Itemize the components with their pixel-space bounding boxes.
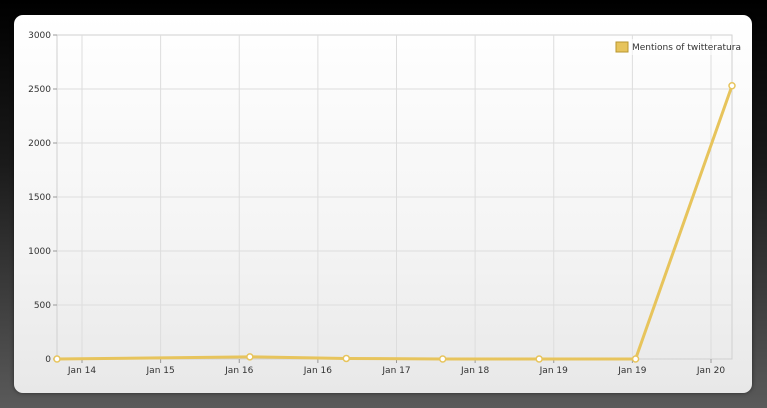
y-tick-label: 500 (34, 301, 51, 311)
x-tick-label: Jan 16 (224, 366, 253, 376)
y-tick-label: 2000 (28, 139, 51, 149)
data-point[interactable] (728, 82, 736, 90)
data-point[interactable] (631, 355, 640, 363)
y-tick-label: 3000 (28, 31, 51, 41)
x-tick-label: Jan 17 (381, 366, 410, 376)
line-chart: 050010001500200025003000 Jan 14 Jan 15 Jan… (28, 31, 741, 376)
data-point[interactable] (438, 355, 447, 363)
y-tick-label: 1000 (28, 247, 51, 257)
x-axis-ticks: Jan 14 Jan 15 Jan 16 Jan 16 Jan 17 Jan 18 Jan … (67, 359, 725, 376)
y-axis-ticks: 0 500 1000 1500 2000 2500 3000 (28, 31, 57, 365)
grid-lines (57, 35, 732, 359)
data-point[interactable] (53, 355, 61, 363)
data-point[interactable] (246, 353, 254, 361)
x-tick-label: Jan 14 (67, 366, 96, 376)
series-line (55, 84, 734, 361)
x-tick-label: Jan 16 (303, 366, 332, 376)
x-tick-label: Jan 18 (460, 366, 489, 376)
x-tick-label: Jan 20 (696, 366, 725, 376)
x-tick-label: Jan 19 (617, 366, 646, 376)
y-tick-label: 0 (45, 355, 51, 365)
y-tick-label: 1500 (28, 193, 51, 203)
legend-swatch (615, 41, 629, 53)
x-tick-label: Jan 19 (539, 366, 568, 376)
legend: Mentions of twitteratura (613, 39, 741, 55)
legend-label: Mentions of twitteratura (632, 43, 741, 53)
x-tick-label: Jan 15 (146, 366, 175, 376)
y-tick-label: 2500 (28, 85, 51, 95)
data-point[interactable] (342, 354, 351, 363)
data-point[interactable] (535, 355, 543, 363)
